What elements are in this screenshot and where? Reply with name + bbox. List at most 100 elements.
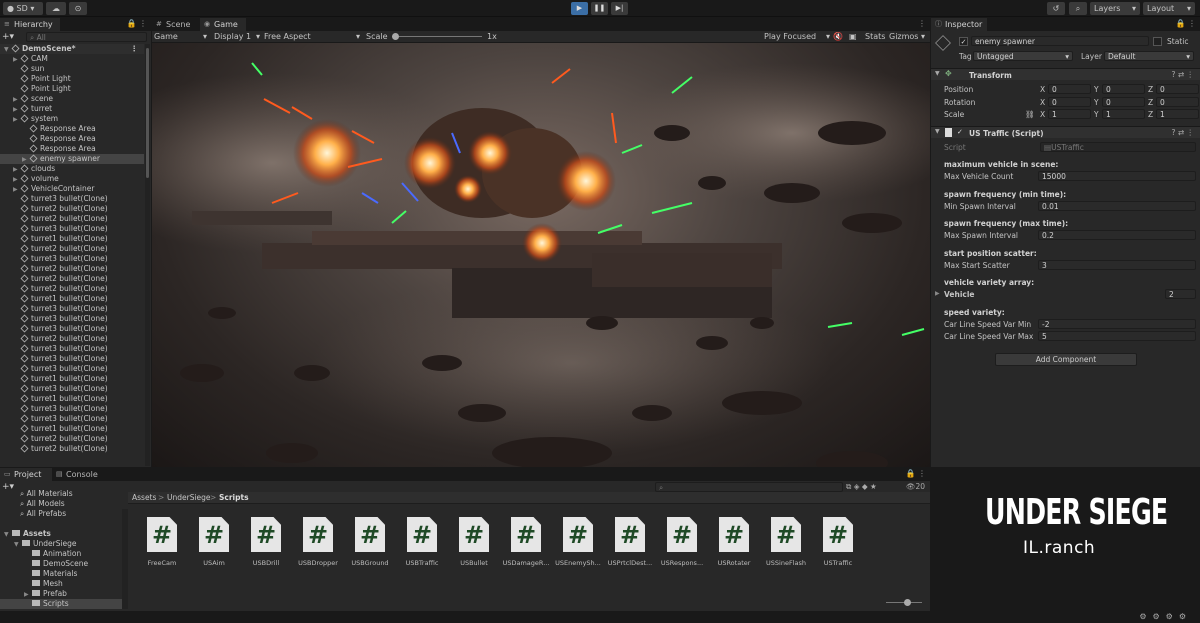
hierarchy-item[interactable]: turret3 bullet(Clone) [0,404,144,414]
transform-scale-y-field[interactable]: 1 [1102,109,1145,119]
breadcrumb-undersiege[interactable]: UnderSiege [167,493,211,502]
transform-scale-x-field[interactable]: 1 [1048,109,1091,119]
hierarchy-item[interactable]: ▶ turret [0,104,144,114]
axis-z-label[interactable]: Z [1148,110,1153,119]
hierarchy-item[interactable]: ▶ volume [0,174,144,184]
axis-z-label[interactable]: Z [1148,85,1153,94]
project-tree-scrollbar[interactable] [122,509,128,609]
script-asset[interactable]: # USBDropper [292,517,344,567]
tab-inspector[interactable]: ⓘ Inspector [931,18,987,31]
hierarchy-item[interactable]: Point Light [0,74,144,84]
script-asset[interactable]: # USBullet [448,517,500,567]
hierarchy-item[interactable]: turret2 bullet(Clone) [0,214,144,224]
folder-tree-item[interactable]: Scripts [0,599,122,609]
link-icon[interactable]: ⛓ [1025,110,1035,119]
field-input[interactable]: 15000 [1038,171,1196,181]
project-search-input[interactable]: ⌕ [655,482,843,492]
add-component-button[interactable]: Add Component [995,353,1137,366]
status-icons[interactable]: ⚙⚙⚙⚙ [1139,612,1192,621]
axis-y-label[interactable]: Y [1094,110,1099,119]
panel-menu-icon[interactable]: ⋮ [918,19,926,28]
hierarchy-item[interactable]: turret1 bullet(Clone) [0,234,144,244]
hierarchy-item[interactable]: turret3 bullet(Clone) [0,304,144,314]
tab-hierarchy[interactable]: ≡ Hierarchy [0,18,60,31]
history-icon[interactable]: ↺ [1047,2,1065,15]
script-asset[interactable]: # USBGround [344,517,396,567]
maximize-icon[interactable]: ▣ [849,32,857,42]
hierarchy-item[interactable]: turret3 bullet(Clone) [0,384,144,394]
transform-rotation-x-field[interactable]: 0 [1048,96,1091,107]
enabled-checkbox[interactable]: ✓ [957,128,963,136]
mute-audio-icon[interactable]: 🔇 [833,32,843,42]
axis-x-label[interactable]: X [1040,110,1045,119]
transform-position-x-field[interactable]: 0 [1048,84,1091,94]
hierarchy-item[interactable]: turret3 bullet(Clone) [0,314,144,324]
folder-tree-item[interactable]: Materials [0,569,122,579]
favorite-item[interactable]: ⌕ All Prefabs [20,509,66,519]
axis-y-label[interactable]: Y [1094,98,1099,107]
hierarchy-item[interactable]: turret2 bullet(Clone) [0,444,144,454]
script-asset[interactable]: # USBTraffic [396,517,448,567]
script-asset[interactable]: # USBDrill [240,517,292,567]
transform-rotation-y-field[interactable]: 0 [1102,96,1145,107]
hierarchy-item[interactable]: turret2 bullet(Clone) [0,274,144,284]
field-input[interactable]: -2 [1038,318,1196,329]
pause-button[interactable]: ❚❚ [591,2,608,15]
static-checkbox[interactable] [1153,37,1162,46]
folder-tree-item[interactable]: ▼ Assets [0,529,122,539]
hierarchy-item[interactable]: ▶ CAM [0,54,144,64]
hierarchy-item[interactable]: ▶ enemy spawner [0,154,144,164]
folder-tree-item[interactable]: Mesh [0,579,122,589]
script-asset[interactable]: # USRotater [708,517,760,567]
transform-position-y-field[interactable]: 0 [1102,84,1145,94]
script-component-header[interactable]: ▼ ✓ US Traffic (Script) ? ⇄ ⋮ [931,126,1200,138]
active-checkbox[interactable]: ✓ [959,37,968,46]
stats-button[interactable]: Stats [865,32,885,42]
create-asset-button[interactable]: +▾ [2,482,14,492]
object-name-field[interactable]: enemy spawner [971,36,1149,46]
breadcrumb-scripts[interactable]: Scripts [219,493,249,502]
game-viewport[interactable] [152,43,930,467]
transform-header[interactable]: ▼ ✥ Transform ? ⇄ ⋮ [931,68,1200,80]
gizmos-dropdown[interactable]: Gizmos ▾ [889,32,925,42]
hierarchy-item[interactable]: ▶ system [0,114,144,124]
vehicle-array-size-field[interactable]: 2 [1165,289,1196,299]
layers-dropdown[interactable]: Layers ▾ [1090,2,1140,15]
hierarchy-item[interactable]: turret2 bullet(Clone) [0,284,144,294]
step-button[interactable]: ▶| [611,2,628,15]
filter-icons[interactable]: ⧉ ◈ ◆ ★ [846,482,877,492]
icon-size-slider[interactable] [886,599,922,606]
axis-z-label[interactable]: Z [1148,98,1153,107]
tab-project[interactable]: ▭ Project [0,468,52,481]
hierarchy-item[interactable]: sun [0,64,144,74]
script-asset[interactable]: # USSineFlash [760,517,812,567]
hierarchy-item[interactable]: turret3 bullet(Clone) [0,364,144,374]
script-asset[interactable]: # USAim [188,517,240,567]
favorite-item[interactable]: ⌕ All Materials [20,489,73,499]
tag-dropdown[interactable]: Untagged ▾ [973,51,1073,61]
script-asset[interactable]: # USPrtclDest... [604,517,656,567]
hierarchy-item[interactable]: turret2 bullet(Clone) [0,434,144,444]
hierarchy-item[interactable]: turret3 bullet(Clone) [0,354,144,364]
axis-x-label[interactable]: X [1040,85,1045,94]
favorite-item[interactable]: ⌕ All Models [20,499,65,509]
transform-rotation-z-field[interactable]: 0 [1156,96,1199,107]
hierarchy-item[interactable]: turret1 bullet(Clone) [0,294,144,304]
hierarchy-item[interactable]: turret2 bullet(Clone) [0,264,144,274]
folder-tree-item[interactable]: ▼ UnderSiege [0,539,122,549]
hierarchy-item[interactable]: turret3 bullet(Clone) [0,324,144,334]
script-asset[interactable]: # USEnemySh... [552,517,604,567]
field-input[interactable]: 0.2 [1038,230,1196,240]
hierarchy-item[interactable]: turret3 bullet(Clone) [0,224,144,234]
hierarchy-item[interactable]: ▶ VehicleContainer [0,184,144,194]
folder-tree-item[interactable]: ▶ Prefab [0,589,122,599]
axis-x-label[interactable]: X [1040,98,1045,107]
transform-position-z-field[interactable]: 0 [1156,84,1199,94]
script-asset[interactable]: # USDamageR... [500,517,552,567]
display-dropdown[interactable]: Display 1 ▾ [214,32,260,42]
hierarchy-item[interactable]: ▶ scene [0,94,144,104]
hierarchy-item[interactable]: turret3 bullet(Clone) [0,344,144,354]
cloud-icon[interactable]: ☁ [46,2,66,15]
script-asset[interactable]: # USTraffic [812,517,864,567]
panel-menu-icon[interactable]: 🔒 ⋮ [905,469,926,478]
